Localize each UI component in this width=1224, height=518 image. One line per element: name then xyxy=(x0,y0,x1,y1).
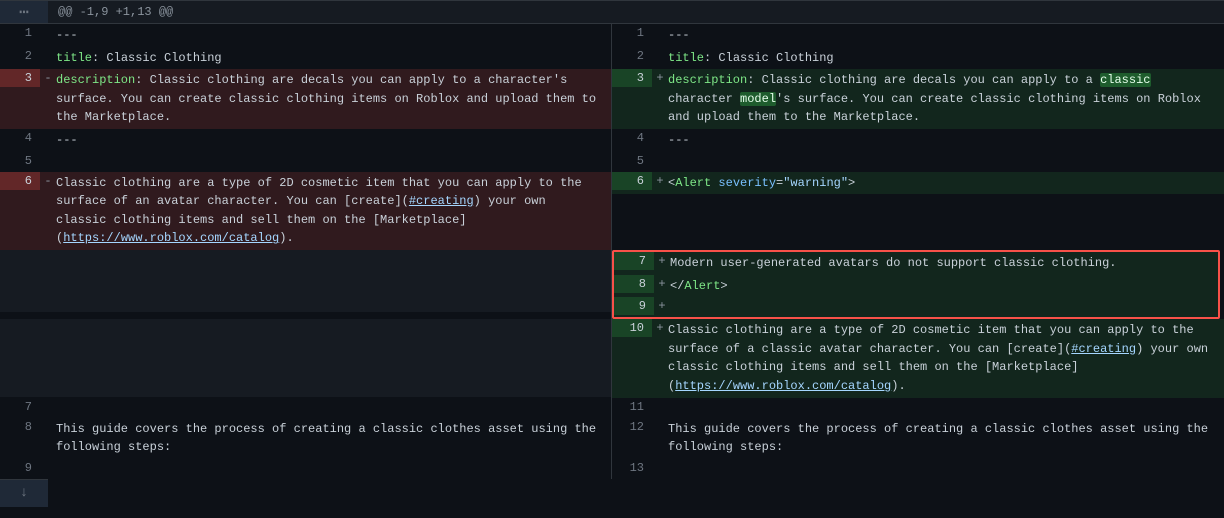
code-content xyxy=(668,459,1224,463)
diff-marker xyxy=(652,47,668,51)
diff-line-added[interactable]: 7 + Modern user-generated avatars do not… xyxy=(614,252,1218,275)
diff-line[interactable]: 13 xyxy=(612,459,1224,479)
line-number: 2 xyxy=(0,47,40,65)
line-number: 10 xyxy=(612,319,652,337)
diff-line-deleted[interactable]: 6 - Classic clothing are a type of 2D co… xyxy=(0,172,611,250)
expand-down-button[interactable]: ↓ xyxy=(0,479,48,507)
diff-line-added[interactable]: 3 + description: Classic clothing are de… xyxy=(612,69,1224,129)
diff-line[interactable]: 12 This guide covers the process of crea… xyxy=(612,418,1224,459)
diff-line[interactable]: 1 --- xyxy=(0,24,611,47)
line-number: 3 xyxy=(612,69,652,87)
code-content: title: Classic Clothing xyxy=(56,47,611,70)
code-content: --- xyxy=(668,129,1224,152)
line-number: 7 xyxy=(614,252,654,270)
hunk-range: @@ -1,9 +1,13 @@ xyxy=(48,1,183,23)
code-content xyxy=(56,398,611,402)
code-content: --- xyxy=(668,24,1224,47)
line-number: 8 xyxy=(0,418,40,436)
code-content: This guide covers the process of creatin… xyxy=(56,418,611,459)
code-content: This guide covers the process of creatin… xyxy=(668,418,1224,459)
diff-line[interactable]: 1 --- xyxy=(612,24,1224,47)
diff-line-added[interactable]: 8 + </Alert> xyxy=(614,275,1218,298)
code-content: title: Classic Clothing xyxy=(668,47,1224,70)
plus-icon: + xyxy=(652,172,668,190)
hunk-header: ⋯ @@ -1,9 +1,13 @@ xyxy=(0,0,1224,24)
diff-marker xyxy=(652,24,668,28)
line-number: 4 xyxy=(0,129,40,147)
diff-marker xyxy=(40,47,56,51)
diff-line[interactable]: 5 xyxy=(612,152,1224,172)
left-side: 1 --- 2 title: Classic Clothing xyxy=(0,24,612,69)
minus-icon: - xyxy=(40,172,56,190)
code-content: description: Classic clothing are decals… xyxy=(56,69,611,129)
line-number: 9 xyxy=(614,297,654,315)
minus-icon: - xyxy=(40,69,56,87)
line-number: 7 xyxy=(0,398,40,416)
line-number: 12 xyxy=(612,418,652,436)
code-content: Classic clothing are a type of 2D cosmet… xyxy=(668,319,1224,397)
diff-line[interactable]: 2 title: Classic Clothing xyxy=(0,47,611,70)
code-content xyxy=(56,459,611,463)
plus-icon: + xyxy=(654,252,670,270)
diff-line[interactable]: 2 title: Classic Clothing xyxy=(612,47,1224,70)
diff-line-added[interactable]: 6 + <Alert severity="warning"> xyxy=(612,172,1224,195)
plus-icon: + xyxy=(652,319,668,337)
line-number: 3 xyxy=(0,69,40,87)
code-content: Modern user-generated avatars do not sup… xyxy=(670,252,1218,275)
line-number: 6 xyxy=(612,172,652,190)
line-number: 8 xyxy=(614,275,654,293)
diff-line[interactable]: 11 xyxy=(612,398,1224,418)
code-content: Classic clothing are a type of 2D cosmet… xyxy=(56,172,611,250)
code-content: </Alert> xyxy=(670,275,1218,298)
line-number: 4 xyxy=(612,129,652,147)
diff-marker xyxy=(40,24,56,28)
diff-line[interactable]: 9 xyxy=(0,459,611,479)
line-number: 6 xyxy=(0,172,40,190)
line-number: 11 xyxy=(612,398,652,416)
line-number: 5 xyxy=(0,152,40,170)
diff-line[interactable]: 7 xyxy=(0,398,611,418)
plus-icon: + xyxy=(652,69,668,87)
diff-line[interactable]: 5 xyxy=(0,152,611,172)
expand-button[interactable]: ⋯ xyxy=(0,1,48,23)
arrow-down-icon: ↓ xyxy=(20,485,28,501)
plus-icon: + xyxy=(654,275,670,293)
code-content xyxy=(670,297,1218,301)
diff-line-empty xyxy=(0,319,611,397)
plus-icon: + xyxy=(654,297,670,315)
code-content: <Alert severity="warning"> xyxy=(668,172,1224,195)
line-number: 1 xyxy=(0,24,40,42)
diff-line[interactable]: 8 This guide covers the process of creat… xyxy=(0,418,611,459)
ellipsis-icon: ⋯ xyxy=(19,2,29,22)
code-content: --- xyxy=(56,129,611,152)
diff-line-added[interactable]: 9 + xyxy=(614,297,1218,317)
code-content xyxy=(668,398,1224,402)
diff-line[interactable]: 4 --- xyxy=(0,129,611,152)
line-number: 13 xyxy=(612,459,652,477)
diff-line-added[interactable]: 10 + Classic clothing are a type of 2D c… xyxy=(612,319,1224,397)
diff-line[interactable]: 4 --- xyxy=(612,129,1224,152)
code-content: description: Classic clothing are decals… xyxy=(668,69,1224,129)
code-content: --- xyxy=(56,24,611,47)
right-side: 1 --- 2 title: Classic Clothing xyxy=(612,24,1224,69)
line-number: 9 xyxy=(0,459,40,477)
line-number: 1 xyxy=(612,24,652,42)
line-number: 5 xyxy=(612,152,652,170)
diff-line-deleted[interactable]: 3 - description: Classic clothing are de… xyxy=(0,69,611,129)
diff-container: ⋯ @@ -1,9 +1,13 @@ 1 --- 2 title: Classi… xyxy=(0,0,1224,507)
code-content xyxy=(56,152,611,156)
line-number: 2 xyxy=(612,47,652,65)
annotation-highlight: 7 + Modern user-generated avatars do not… xyxy=(612,250,1220,319)
diff-line-empty xyxy=(0,250,611,312)
code-content xyxy=(668,152,1224,156)
